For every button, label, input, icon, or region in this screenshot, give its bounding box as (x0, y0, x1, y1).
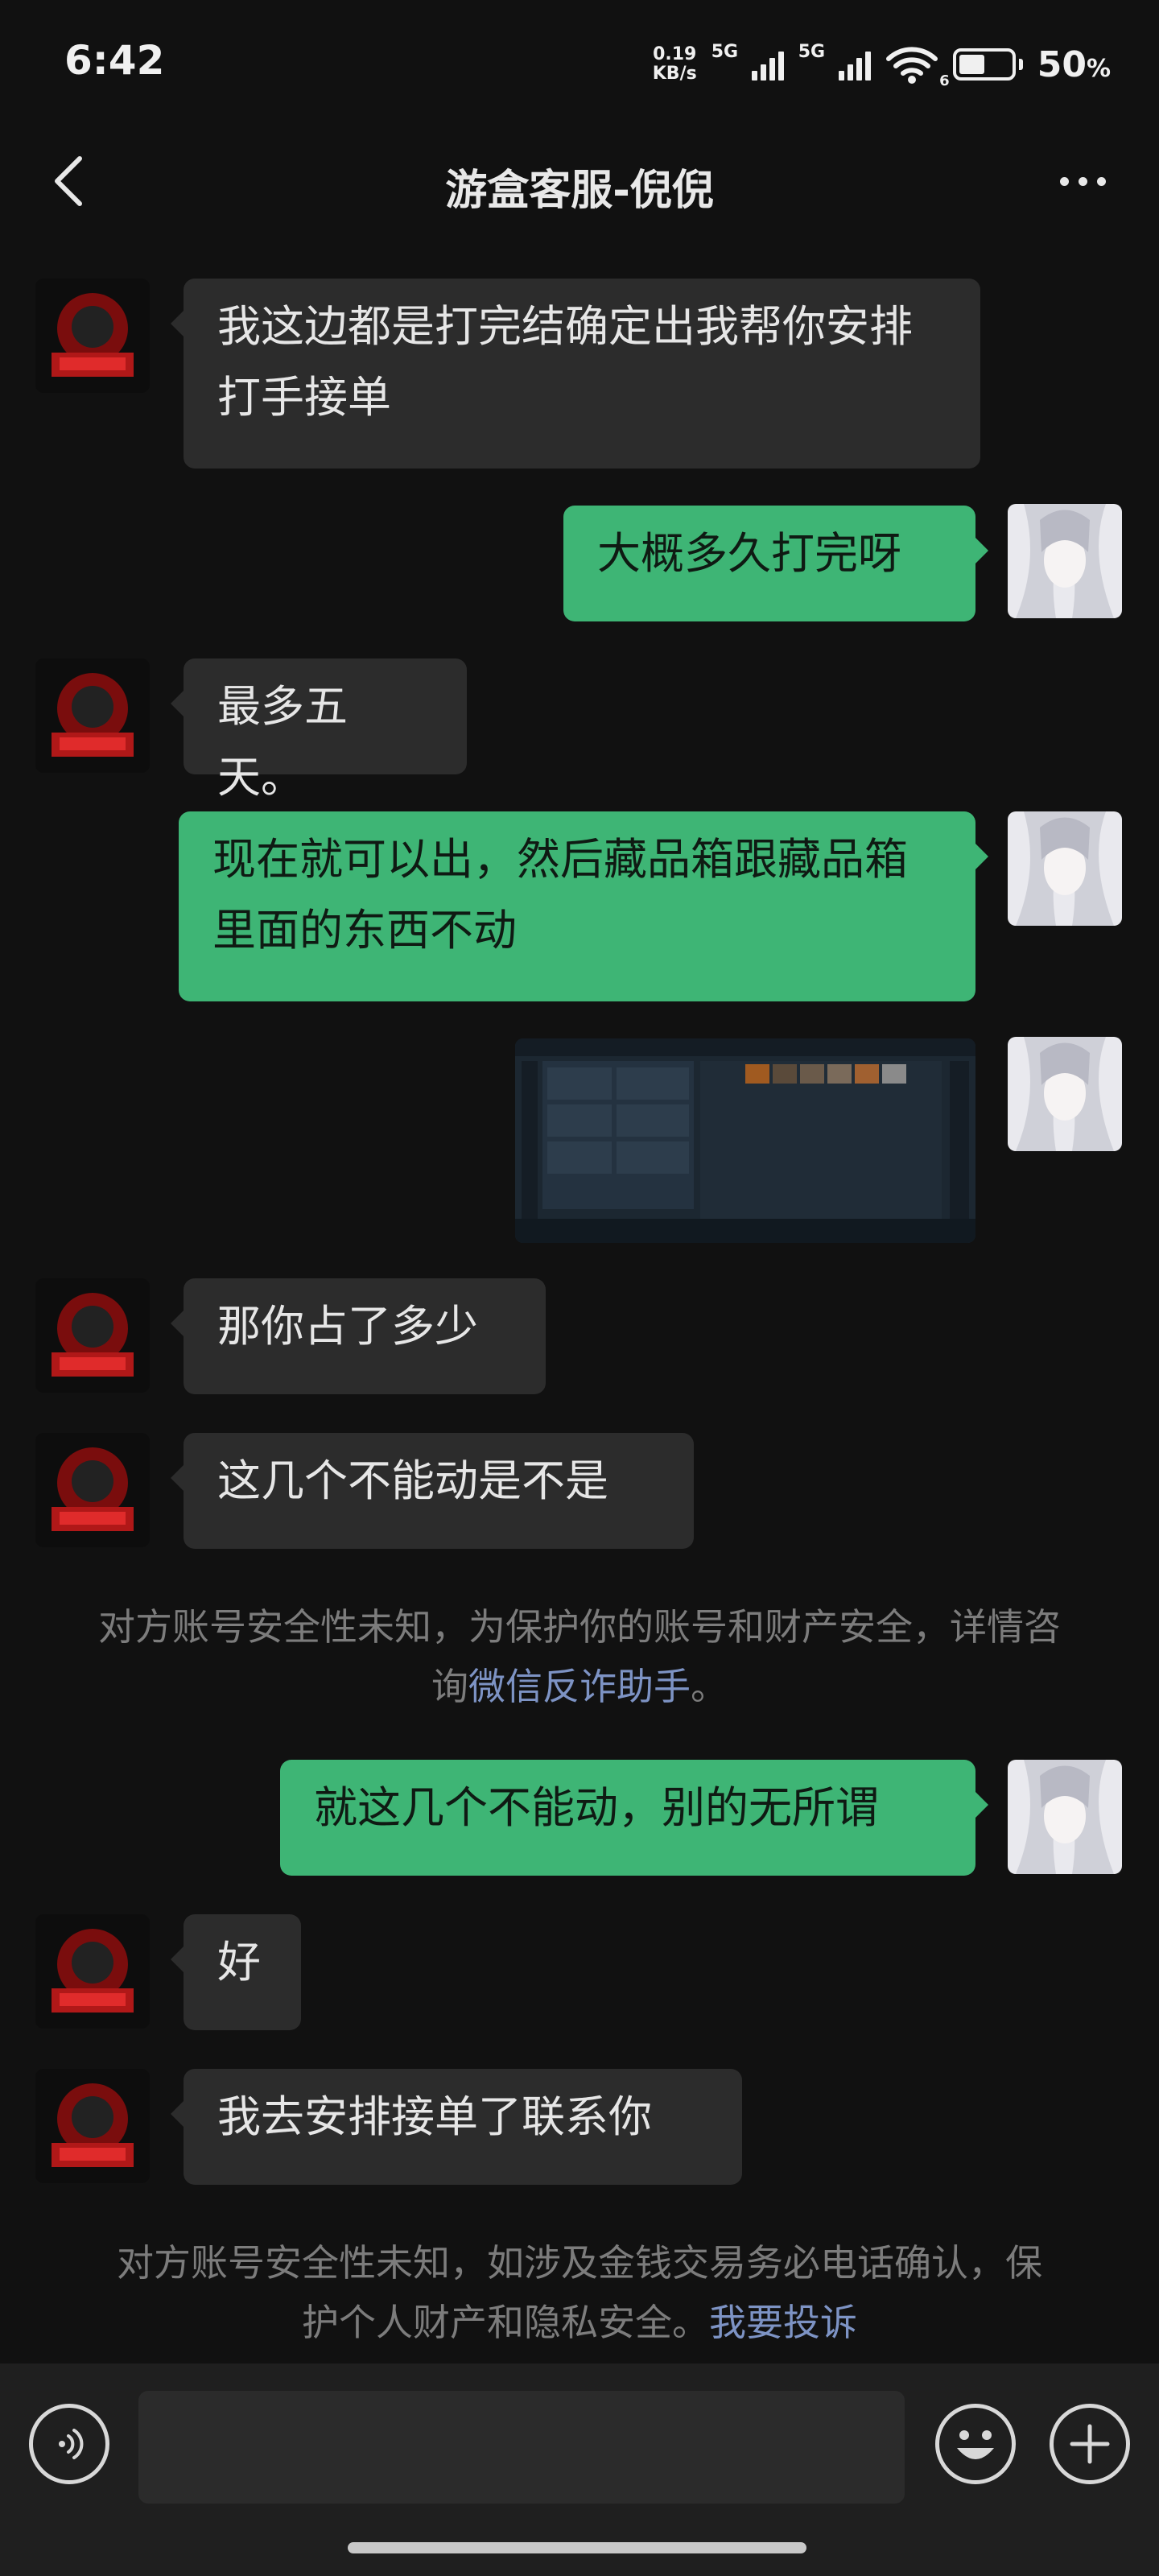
message-bubble-incoming[interactable]: 这几个不能动是不是 (171, 1433, 694, 1549)
my-avatar[interactable] (1008, 1037, 1122, 1151)
message-bubble-outgoing[interactable]: 现在就可以出，然后藏品箱跟藏品箱里面的东西不动 (179, 811, 988, 1001)
contact-avatar[interactable] (35, 1914, 150, 2029)
status-bar: 6:42 0.19 KB/s 5G 5G 6 50% (0, 0, 1159, 129)
report-link[interactable]: 我要投诉 (709, 2301, 857, 2344)
emoji-button[interactable] (935, 2404, 1016, 2484)
plus-icon (1070, 2424, 1110, 2464)
security-notice: 对方账号安全性未知，为保护你的账号和财产安全，详情咨询微信反诈助手。 (98, 1605, 1061, 1708)
more-button[interactable] (1046, 153, 1119, 209)
message-input[interactable] (138, 2391, 905, 2504)
status-icons: 0.19 KB/s 5G 5G 6 50% (653, 40, 1111, 89)
image-message[interactable] (515, 1038, 975, 1243)
message-bubble-incoming[interactable]: 我去安排接单了联系你 (171, 2069, 742, 2185)
more-functions-button[interactable] (1050, 2404, 1130, 2484)
message-bubble-incoming[interactable]: 我这边都是打完结确定出我帮你安排打手接单 (171, 279, 980, 469)
voice-button[interactable] (29, 2404, 109, 2484)
message-bubble-incoming[interactable]: 好 (171, 1914, 301, 2030)
security-notice: 对方账号安全性未知，如涉及金钱交易务必电话确认，保护个人财产和隐私安全。我要投诉 (117, 2241, 1042, 2344)
my-avatar[interactable] (1008, 1760, 1122, 1874)
contact-avatar[interactable] (35, 279, 150, 393)
chat-header: 游盒客服-倪倪 (0, 129, 1159, 233)
clock: 6:42 (64, 37, 165, 84)
signal-sim1-icon: 5G (711, 42, 784, 80)
contact-avatar[interactable] (35, 658, 150, 773)
battery-percent: 50% (1037, 43, 1111, 85)
my-avatar[interactable] (1008, 504, 1122, 618)
my-avatar[interactable] (1008, 811, 1122, 926)
more-dots-icon (1059, 176, 1069, 186)
signal-sim2-icon: 5G (798, 42, 871, 80)
chat-title: 游盒客服-倪倪 (445, 167, 714, 215)
home-indicator[interactable] (348, 2542, 806, 2553)
contact-avatar[interactable] (35, 1433, 150, 1547)
contact-avatar[interactable] (35, 2069, 150, 2183)
wifi-icon: 6 (885, 44, 950, 89)
message-bubble-incoming[interactable]: 那你占了多少 (171, 1278, 546, 1394)
message-bubble-outgoing[interactable]: 就这几个不能动，别的无所谓 (280, 1760, 988, 1876)
message-bubble-incoming[interactable]: 最多五天。 (171, 658, 467, 803)
message-bubble-outgoing[interactable]: 大概多久打完呀 (563, 506, 988, 621)
contact-avatar[interactable] (35, 1278, 150, 1393)
network-speed: 0.19 KB/s (652, 44, 697, 84)
battery-icon (952, 48, 1023, 80)
emoji-icon (957, 2430, 994, 2459)
anti-fraud-assistant-link[interactable]: 微信反诈助手 (468, 1665, 691, 1708)
voice-icon (59, 2429, 84, 2459)
